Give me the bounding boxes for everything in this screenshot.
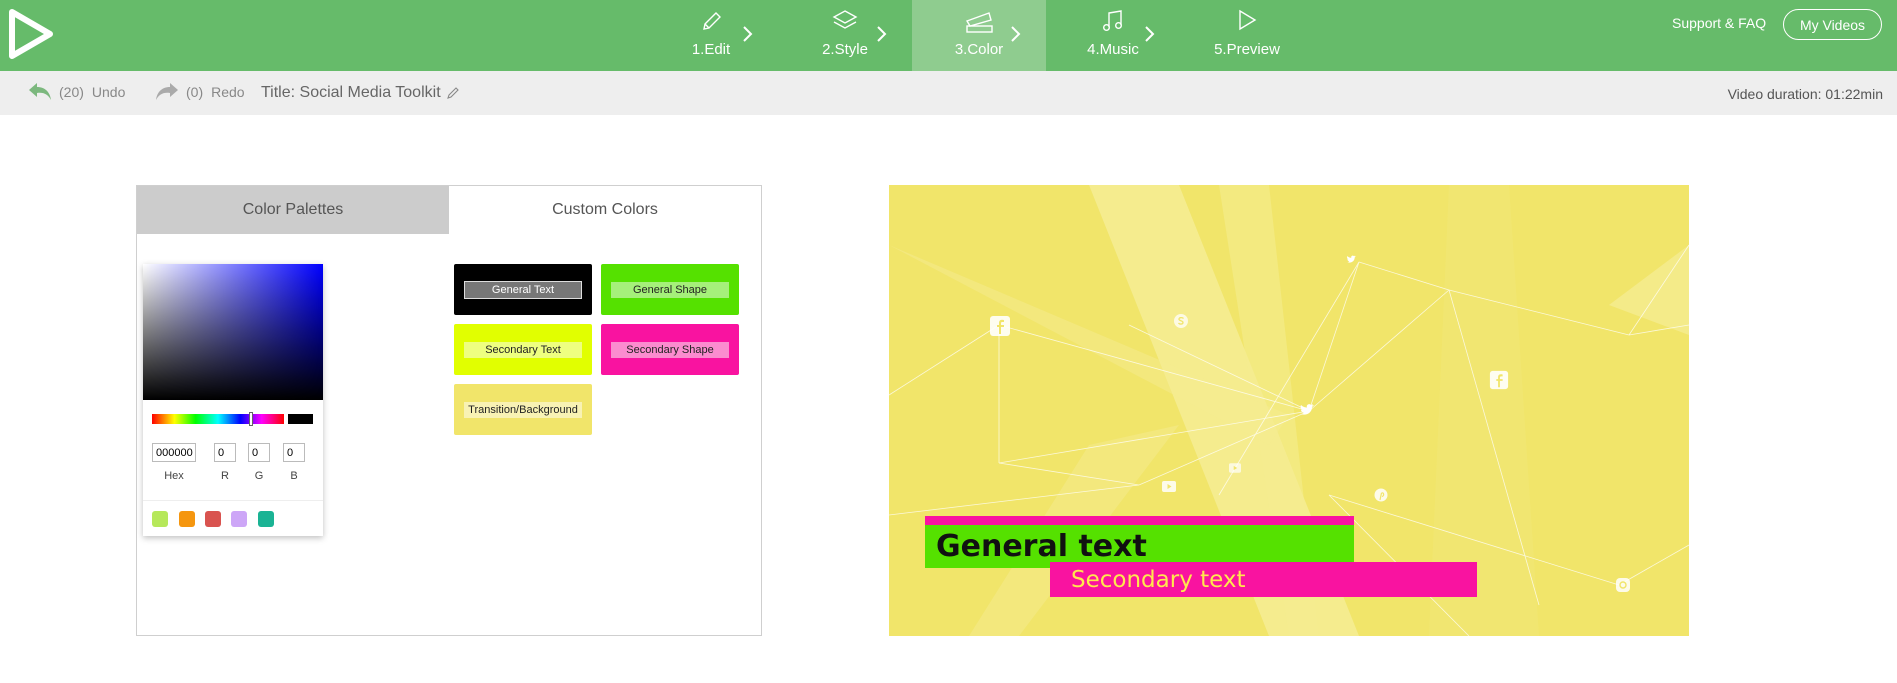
r-input[interactable]: [214, 443, 236, 462]
current-color-swatch: [288, 414, 313, 424]
step-preview-label: 5.Preview: [1214, 41, 1280, 58]
secondary-text: Secondary text: [1071, 566, 1246, 593]
color-picker: Hex R G B: [143, 264, 323, 536]
step-preview[interactable]: 5.Preview: [1180, 0, 1314, 71]
g-label: G: [254, 470, 264, 482]
recent-color-swatch[interactable]: [205, 511, 221, 527]
app-logo-icon[interactable]: [8, 8, 54, 60]
step-color-label: 3.Color: [954, 41, 1004, 58]
recent-colors: [143, 500, 323, 536]
pinterest-icon: [1374, 488, 1388, 502]
video-duration: Video duration: 01:22min: [1727, 86, 1883, 102]
network-node: [890, 186, 891, 187]
youtube-icon: [1162, 481, 1176, 492]
facebook-icon: [990, 316, 1010, 336]
facebook-icon: [1489, 370, 1509, 390]
hex-input[interactable]: [152, 443, 196, 462]
hex-label: Hex: [164, 470, 184, 482]
step-music-label: 4.Music: [1087, 41, 1139, 58]
step-edit-label: 1.Edit: [691, 41, 731, 58]
general-text: General text: [936, 529, 1147, 564]
undo-count: (20): [59, 84, 84, 100]
instagram-icon: [1616, 578, 1630, 592]
secondary-shape-band: Secondary text: [1050, 562, 1477, 597]
r-label: R: [221, 470, 229, 482]
top-bar: 1.Edit 2.Style 3.Color 4.Music 5.Preview…: [0, 0, 1897, 71]
transition-background-chip-label: Transition/Background: [464, 401, 582, 418]
tab-color-palettes[interactable]: Color Palettes: [137, 186, 449, 234]
video-preview: General text Secondary text: [889, 185, 1689, 636]
layers-icon: [832, 10, 858, 29]
video-title-text: Title: Social Media Toolkit: [261, 84, 441, 101]
undo-button[interactable]: (20) Undo: [27, 81, 125, 103]
secondary-shape-chip-label: Secondary Shape: [611, 341, 729, 358]
step-edit[interactable]: 1.Edit: [644, 0, 778, 71]
hue-slider-handle[interactable]: [249, 412, 253, 426]
music-note-icon: [1102, 10, 1123, 32]
skype-icon: [1174, 314, 1188, 328]
step-music[interactable]: 4.Music: [1046, 0, 1180, 71]
chevron-right-icon: [1011, 26, 1021, 42]
recent-color-swatch[interactable]: [152, 511, 168, 527]
twitter-icon: [1347, 255, 1356, 263]
color-panel: Color Palettes Custom Colors Hex R G B G…: [136, 185, 762, 636]
secondary-shape-color-chip[interactable]: Secondary Shape: [601, 324, 739, 375]
g-input[interactable]: [248, 443, 270, 462]
editor-toolbar: (20) Undo (0) Redo Title: Social Media T…: [0, 71, 1897, 115]
saturation-value-area[interactable]: [143, 264, 323, 400]
support-faq-link[interactable]: Support & FAQ: [1672, 15, 1766, 31]
pencil-icon: [703, 12, 721, 30]
chevron-right-icon: [1145, 26, 1155, 42]
secondary-text-chip-label: Secondary Text: [464, 341, 582, 358]
general-text-chip-label: General Text: [464, 280, 582, 299]
step-style-label: 2.Style: [822, 41, 868, 58]
step-color[interactable]: 3.Color: [912, 0, 1046, 71]
transition-background-color-chip[interactable]: Transition/Background: [454, 384, 592, 435]
color-inputs: Hex R G B: [152, 443, 322, 483]
redo-icon: [156, 83, 178, 100]
swatches-icon: [965, 12, 993, 33]
recent-color-swatch[interactable]: [258, 511, 274, 527]
recent-color-swatch[interactable]: [179, 511, 195, 527]
secondary-text-color-chip[interactable]: Secondary Text: [454, 324, 592, 375]
recent-color-swatch[interactable]: [231, 511, 247, 527]
general-text-color-chip[interactable]: General Text: [454, 264, 592, 315]
twitter-icon: [1300, 404, 1314, 415]
youtube-icon: [1229, 463, 1241, 473]
undo-label: Undo: [91, 84, 126, 100]
redo-button[interactable]: (0) Redo: [154, 81, 245, 103]
general-shape-chip-label: General Shape: [611, 281, 729, 298]
accent-bar: [925, 516, 1354, 525]
hue-slider[interactable]: [152, 412, 284, 426]
tab-custom-colors[interactable]: Custom Colors: [449, 186, 761, 234]
edit-title-icon[interactable]: [446, 86, 460, 100]
general-shape-color-chip[interactable]: General Shape: [601, 264, 739, 315]
video-title[interactable]: Title: Social Media Toolkit: [261, 84, 460, 102]
undo-icon: [29, 83, 51, 100]
chevron-right-icon: [877, 26, 887, 42]
b-label: B: [290, 470, 298, 482]
redo-count: (0): [186, 84, 204, 100]
step-style[interactable]: 2.Style: [778, 0, 912, 71]
my-videos-button[interactable]: My Videos: [1783, 9, 1882, 40]
redo-label: Redo: [211, 84, 245, 100]
chevron-right-icon: [743, 26, 753, 42]
b-input[interactable]: [283, 443, 305, 462]
play-icon: [1239, 9, 1257, 31]
